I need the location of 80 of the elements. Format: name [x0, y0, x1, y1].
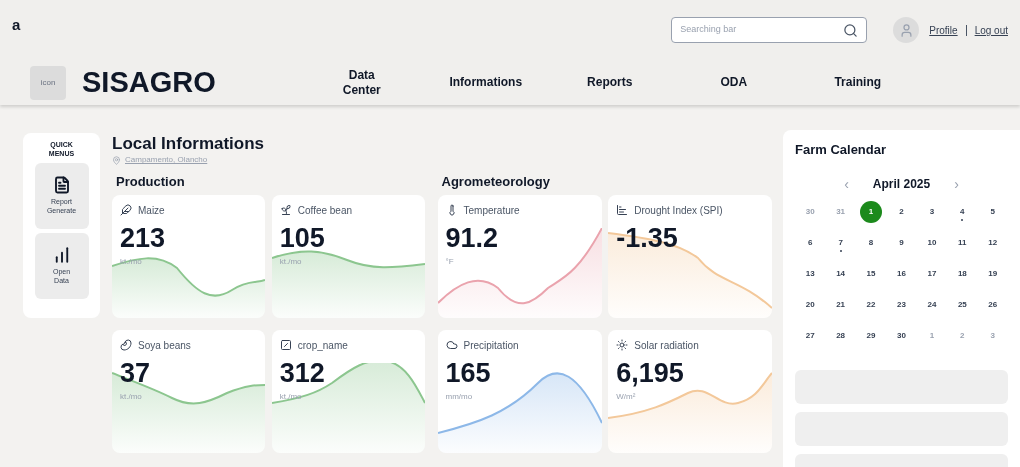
calendar-day[interactable]: 14: [829, 263, 852, 285]
document-icon: [52, 175, 71, 194]
metric-name: Drought Index (SPI): [634, 203, 723, 218]
calendar-day[interactable]: 18: [951, 263, 974, 285]
calendar-day[interactable]: 16: [890, 263, 913, 285]
brand-name: SISAGRO: [82, 65, 216, 100]
metric-unit: mm/mo: [445, 390, 474, 403]
calendar-day[interactable]: 11: [951, 232, 974, 254]
calendar-day[interactable]: 5: [981, 201, 1004, 223]
calendar-day[interactable]: 13: [799, 263, 822, 285]
bar-chart-icon: [616, 204, 629, 217]
calendar-day[interactable]: 4: [951, 201, 974, 223]
calendar-title: Farm Calendar: [795, 141, 888, 159]
section-title: Local Informations: [112, 133, 266, 155]
calendar-day[interactable]: 20: [799, 294, 822, 316]
feather-icon: [120, 204, 132, 217]
calendar-day[interactable]: 10: [920, 232, 943, 254]
cloud-icon: [445, 339, 458, 352]
metric-value: 105: [279, 221, 326, 255]
metric-unit: kt./mo: [279, 255, 303, 268]
metric-unit: W/m²: [616, 390, 637, 403]
calendar-day[interactable]: 17: [920, 263, 943, 285]
calendar-day[interactable]: 6: [799, 232, 822, 254]
calendar-day[interactable]: 29: [860, 325, 883, 347]
metric-name: Coffee bean: [297, 203, 353, 218]
user-link[interactable]: Profile: [929, 23, 958, 38]
metric-value: 213: [120, 221, 167, 255]
bean-icon: [120, 339, 132, 352]
metric-unit: °F: [445, 255, 455, 268]
square-icon: [279, 339, 292, 352]
calendar-day[interactable]: 27: [799, 325, 822, 347]
nav-link[interactable]: Informations: [423, 75, 548, 91]
metric-name: Precipitation: [463, 338, 519, 353]
search-field[interactable]: Searching bar: [671, 17, 868, 43]
location-pin-icon: [112, 155, 121, 165]
calendar-day[interactable]: 8: [860, 232, 883, 254]
search-icon[interactable]: [843, 22, 859, 38]
search-input[interactable]: Searching bar: [680, 23, 844, 37]
calendar-day[interactable]: 3: [920, 201, 943, 223]
metric-name: crop_name: [297, 338, 348, 353]
metric-name: Solar radiation: [634, 338, 699, 353]
nav-link[interactable]: Training: [795, 75, 920, 91]
metric-value: -1.35: [616, 221, 679, 255]
nav-link[interactable]: ODA: [671, 75, 796, 91]
metric-value: 165: [445, 356, 492, 390]
calendar-day[interactable]: 7: [829, 232, 852, 254]
metric-unit: kt./mo: [279, 390, 303, 403]
metric-value: 37: [120, 356, 152, 390]
nav-link[interactable]: Data Center: [299, 67, 424, 98]
calendar-day[interactable]: 19: [981, 263, 1004, 285]
metric-value: 312: [279, 356, 326, 390]
sprout-icon: [279, 204, 292, 217]
subsection-title: Agrometeorology: [441, 173, 551, 192]
metric-name: Soya beans: [138, 338, 191, 353]
calendar-day[interactable]: 26: [981, 294, 1004, 316]
calendar-day[interactable]: 21: [829, 294, 852, 316]
user-icon: [898, 22, 914, 38]
month-label: April 2025: [872, 176, 931, 193]
calendar-day[interactable]: 12: [981, 232, 1004, 254]
calendar-day[interactable]: 25: [951, 294, 974, 316]
calendar-day[interactable]: 15: [860, 263, 883, 285]
calendar-day[interactable]: 28: [829, 325, 852, 347]
calendar-day[interactable]: 9: [890, 232, 913, 254]
calendar-day[interactable]: 24: [920, 294, 943, 316]
calendar-day[interactable]: 22: [860, 294, 883, 316]
calendar-day[interactable]: 2: [890, 201, 913, 223]
calendar-day[interactable]: 23: [890, 294, 913, 316]
metric-unit: kt./mo: [120, 390, 143, 403]
metric-value: 91.2: [445, 221, 500, 255]
calendar-day[interactable]: 30: [890, 325, 913, 347]
metric-name: Maize: [138, 203, 165, 218]
corner-mark: a: [12, 15, 21, 35]
metric-value: 6,195: [616, 356, 685, 390]
nav-link[interactable]: Reports: [547, 75, 672, 91]
sun-icon: [616, 339, 629, 352]
calendar-day[interactable]: 1: [860, 201, 883, 223]
subsection-title: Production: [116, 173, 186, 192]
logo-label: icon: [40, 76, 56, 89]
user-link[interactable]: Log out: [974, 23, 1008, 38]
metric-name: Temperature: [463, 203, 520, 218]
